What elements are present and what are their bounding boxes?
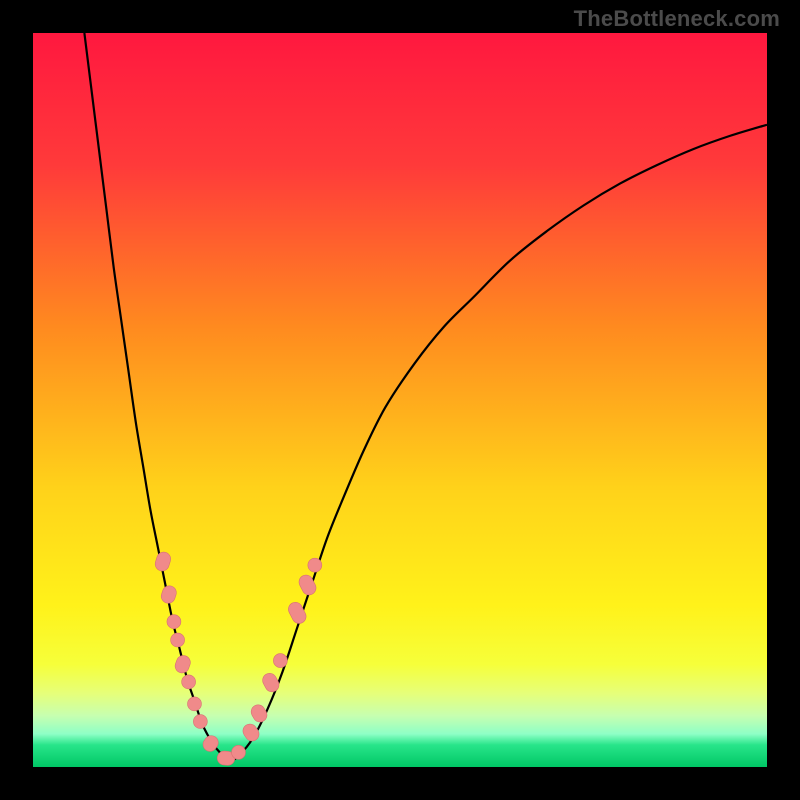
marker-round [232, 745, 246, 759]
chart-stage: TheBottleneck.com [0, 0, 800, 800]
marker-pill [240, 721, 262, 743]
marker-round [171, 633, 185, 647]
bottleneck-curve [84, 33, 767, 760]
watermark-label: TheBottleneck.com [574, 6, 780, 32]
curve-markers [153, 550, 321, 766]
marker-round [167, 615, 181, 629]
marker-pill [173, 654, 192, 675]
plot-area [33, 33, 767, 767]
marker-round [182, 675, 196, 689]
marker-pill [260, 671, 281, 694]
chart-svg [33, 33, 767, 767]
marker-pill [159, 584, 178, 605]
marker-round [308, 558, 322, 572]
marker-round [273, 654, 287, 668]
marker-round [193, 715, 207, 729]
marker-pill [153, 550, 172, 572]
marker-pill [249, 702, 270, 724]
marker-round [188, 697, 202, 711]
